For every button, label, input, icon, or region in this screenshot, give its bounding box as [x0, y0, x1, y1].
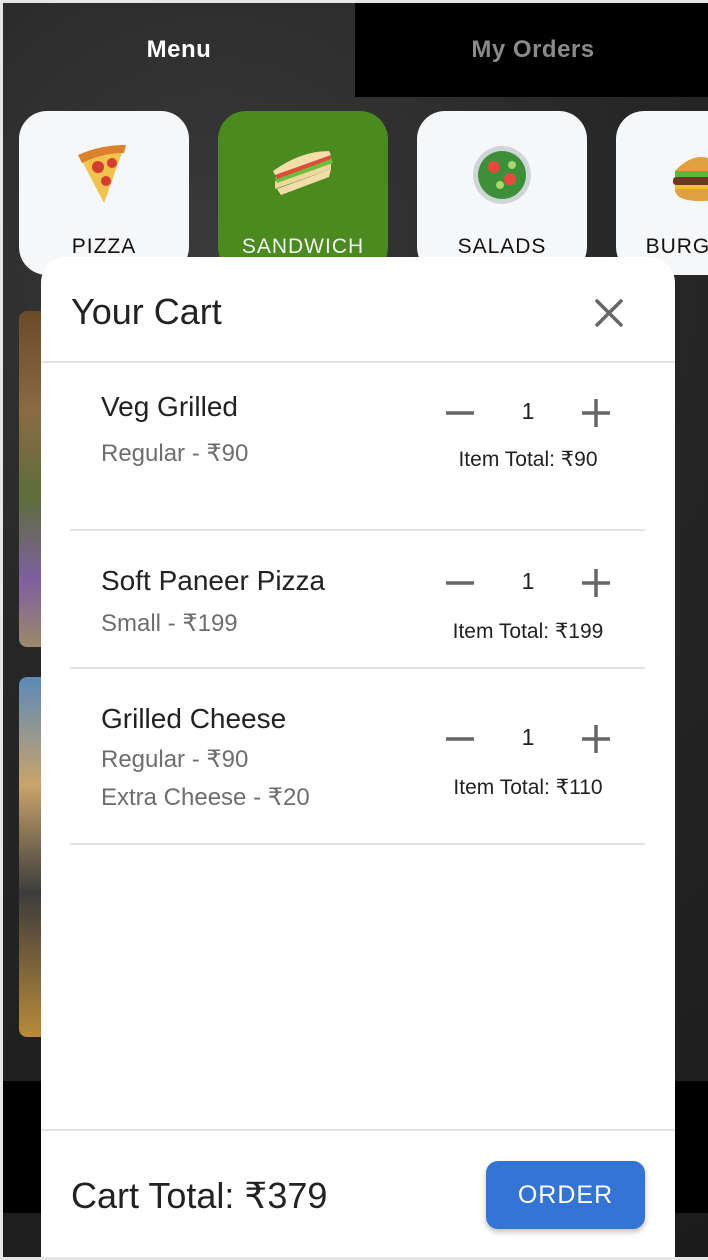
order-button[interactable]: ORDER — [486, 1161, 645, 1229]
item-option: Regular - ₹90 — [101, 746, 249, 773]
cart-sheet: Your Cart Veg Grilled Regular - ₹90 1 It… — [41, 257, 675, 1257]
item-name: Veg Grilled — [101, 391, 238, 422]
item-total: Item Total: ₹110 — [453, 776, 603, 799]
item-option: Small - ₹199 — [101, 610, 238, 637]
minus-icon — [446, 737, 474, 741]
increment-button[interactable] — [576, 719, 616, 759]
quantity-stepper: 1 — [440, 719, 616, 759]
quantity-value: 1 — [521, 568, 535, 594]
quantity-stepper: 1 — [440, 563, 616, 603]
plus-icon — [582, 399, 610, 427]
cart-total: Cart Total: ₹379 — [71, 1175, 328, 1216]
cart-item: Grilled Cheese Regular - ₹90 Extra Chees… — [70, 669, 645, 845]
item-name: Soft Paneer Pizza — [101, 565, 326, 596]
plus-icon — [582, 569, 610, 597]
item-name: Grilled Cheese — [101, 703, 287, 734]
item-total: Item Total: ₹90 — [458, 448, 598, 471]
minus-icon — [446, 581, 474, 585]
category-pizza[interactable]: PIZZA — [19, 111, 189, 275]
cart-header: Your Cart — [41, 257, 675, 363]
category-strip: PIZZA SANDWICH SALADS BUR — [19, 111, 708, 275]
category-label: SANDWICH — [241, 235, 365, 258]
close-button[interactable] — [589, 293, 629, 333]
category-sandwich[interactable]: SANDWICH — [218, 111, 388, 275]
tab-my-orders[interactable]: My Orders — [355, 3, 708, 97]
close-icon — [595, 299, 623, 327]
category-label: PIZZA — [71, 235, 137, 258]
increment-button[interactable] — [576, 393, 616, 433]
category-burgers[interactable]: BURGERS — [616, 111, 708, 275]
top-tabs: Menu My Orders — [3, 3, 708, 97]
item-option: Regular - ₹90 — [101, 440, 249, 467]
cart-items: Veg Grilled Regular - ₹90 1 Item Total: … — [70, 391, 645, 845]
cart-title: Your Cart — [71, 291, 222, 332]
quantity-value: 1 — [521, 724, 535, 750]
plus-icon — [582, 725, 610, 753]
decrement-button[interactable] — [440, 719, 480, 759]
burger-icon — [669, 143, 708, 207]
cart-footer: Cart Total: ₹379 ORDER — [41, 1129, 675, 1257]
quantity-stepper: 1 — [440, 393, 616, 433]
category-salads[interactable]: SALADS — [417, 111, 587, 275]
category-label: BURGERS — [645, 235, 708, 258]
category-label: SALADS — [457, 235, 547, 258]
cart-item: Veg Grilled Regular - ₹90 1 Item Total: … — [70, 391, 645, 531]
cart-item: Soft Paneer Pizza Small - ₹199 1 Item To… — [70, 531, 645, 669]
decrement-button[interactable] — [440, 393, 480, 433]
sandwich-icon — [271, 143, 335, 207]
minus-icon — [446, 411, 474, 415]
item-option: Extra Cheese - ₹20 — [101, 784, 310, 811]
item-total: Item Total: ₹199 — [452, 620, 604, 643]
tab-menu[interactable]: Menu — [3, 3, 355, 97]
decrement-button[interactable] — [440, 563, 480, 603]
quantity-value: 1 — [521, 398, 535, 424]
pizza-icon — [72, 143, 136, 207]
salad-icon — [470, 143, 534, 207]
app-screen: Menu My Orders PIZZA SANDWICH SALADS BUR… — [0, 0, 708, 1260]
increment-button[interactable] — [576, 563, 616, 603]
